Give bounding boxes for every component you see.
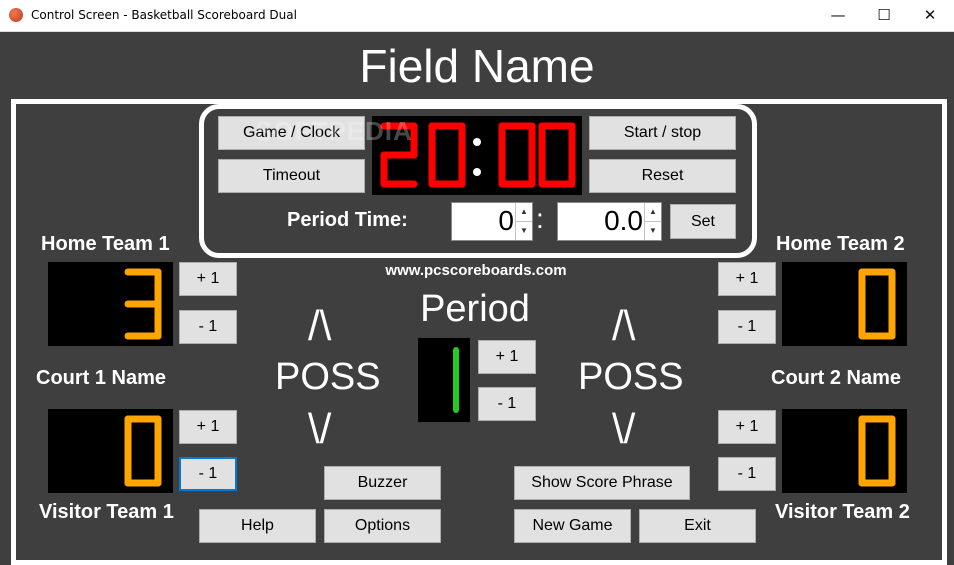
minimize-button[interactable]: —	[815, 0, 861, 31]
chevron-down-icon[interactable]: ▼	[516, 222, 532, 241]
period-time-label: Period Time:	[287, 209, 408, 231]
visitor-team-1-score-digits	[124, 415, 162, 487]
poss-1-up-arrow[interactable]: /\	[308, 302, 331, 350]
website-url: www.pcscoreboards.com	[385, 262, 567, 279]
buzzer-button[interactable]: Buzzer	[324, 466, 441, 500]
home-team-2-name: Home Team 2	[776, 233, 905, 255]
court-1-name: Court 1 Name	[36, 367, 167, 389]
clock-colon-dot	[473, 138, 481, 146]
home-team-1-plus-button[interactable]: + 1	[179, 262, 237, 296]
home-team-2-minus-button[interactable]: - 1	[718, 310, 776, 344]
minutes-stepper[interactable]: 0 ▲ ▼	[451, 202, 533, 241]
period-plus-button[interactable]: + 1	[478, 340, 536, 374]
visitor-team-2-score	[782, 409, 907, 493]
visitor-team-1-plus-button[interactable]: + 1	[179, 410, 237, 444]
poss-2-label: POSS	[578, 356, 684, 398]
basketball-app-icon	[9, 8, 23, 22]
home-team-2-plus-button[interactable]: + 1	[718, 262, 776, 296]
visitor-team-1-minus-button[interactable]: - 1	[179, 457, 237, 491]
clock-digits	[380, 122, 576, 188]
seconds-stepper-arrows[interactable]: ▲ ▼	[644, 203, 661, 240]
time-colon: :	[536, 203, 544, 234]
visitor-team-1-name: Visitor Team 1	[39, 501, 174, 523]
maximize-button[interactable]: ☐	[861, 0, 907, 31]
title-bar: Control Screen - Basketball Scoreboard D…	[0, 0, 954, 32]
options-button[interactable]: Options	[324, 509, 441, 543]
field-name-title: Field Name	[359, 40, 595, 92]
poss-2-up-arrow[interactable]: /\	[612, 302, 635, 350]
start-stop-button[interactable]: Start / stop	[589, 116, 736, 150]
chevron-down-icon[interactable]: ▼	[645, 222, 661, 241]
period-minus-button[interactable]: - 1	[478, 387, 536, 421]
help-button[interactable]: Help	[199, 509, 316, 543]
chevron-up-icon[interactable]: ▲	[645, 203, 661, 222]
visitor-team-2-score-digits	[858, 415, 896, 487]
seconds-value: 0.0	[604, 205, 643, 236]
poss-1-down-arrow[interactable]: \/	[308, 405, 331, 453]
period-digit	[453, 347, 459, 413]
period-label: Period	[420, 288, 530, 330]
minutes-stepper-arrows[interactable]: ▲ ▼	[515, 203, 532, 240]
visitor-team-1-score	[48, 409, 173, 493]
window-title: Control Screen - Basketball Scoreboard D…	[31, 8, 297, 22]
home-team-1-name: Home Team 1	[41, 233, 170, 255]
home-team-1-score-digits	[124, 268, 162, 340]
visitor-team-2-name: Visitor Team 2	[775, 501, 910, 523]
show-score-phrase-button[interactable]: Show Score Phrase	[514, 466, 690, 500]
reset-button[interactable]: Reset	[589, 159, 736, 193]
close-button[interactable]: ✕	[907, 0, 953, 31]
home-team-1-score	[48, 262, 173, 346]
visitor-team-2-minus-button[interactable]: - 1	[718, 457, 776, 491]
poss-1-label: POSS	[275, 356, 381, 398]
game-clock-button[interactable]: Game / Clock	[218, 116, 365, 150]
seconds-stepper[interactable]: 0.0 ▲ ▼	[557, 202, 662, 241]
exit-button[interactable]: Exit	[639, 509, 756, 543]
minutes-value: 0	[498, 205, 514, 236]
visitor-team-2-plus-button[interactable]: + 1	[718, 410, 776, 444]
chevron-up-icon[interactable]: ▲	[516, 203, 532, 222]
clock-colon-dot	[473, 168, 481, 176]
game-clock-display	[372, 116, 582, 195]
home-team-1-minus-button[interactable]: - 1	[179, 310, 237, 344]
set-button[interactable]: Set	[670, 204, 736, 239]
poss-2-down-arrow[interactable]: \/	[612, 405, 635, 453]
timeout-button[interactable]: Timeout	[218, 159, 365, 193]
new-game-button[interactable]: New Game	[514, 509, 631, 543]
court-2-name: Court 2 Name	[771, 367, 902, 389]
home-team-2-score	[782, 262, 907, 346]
period-display	[418, 338, 470, 422]
home-team-2-score-digits	[858, 268, 896, 340]
